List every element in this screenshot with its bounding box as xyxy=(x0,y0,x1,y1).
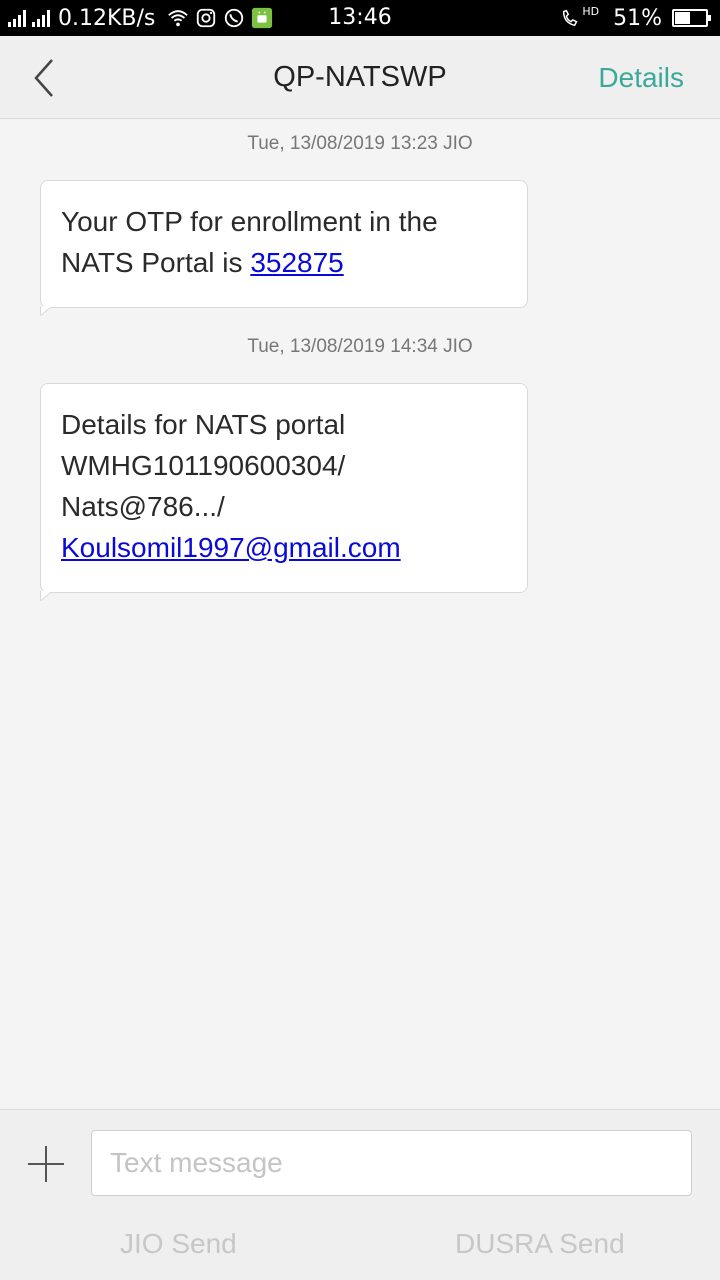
text-message-input[interactable] xyxy=(91,1130,692,1196)
status-bar: 0.12KB/s 13:46 HD 51% xyxy=(0,0,720,36)
details-button[interactable]: Details xyxy=(598,36,684,119)
bubble-tail xyxy=(40,591,53,601)
message-bubble: Details for NATS portal WMHG101190600304… xyxy=(40,383,528,601)
conversation-header: QP-NATSWP Details xyxy=(0,36,720,119)
hd-label: HD xyxy=(582,4,600,18)
add-attachment-icon[interactable] xyxy=(26,1144,66,1184)
battery-percent: 51% xyxy=(613,5,662,31)
battery-icon xyxy=(672,9,711,27)
message-composer: JIO Send DUSRA Send xyxy=(0,1109,720,1280)
bubble-tail xyxy=(40,306,53,316)
hd-call-icon xyxy=(563,9,578,27)
email-link[interactable]: Koulsomil1997@gmail.com xyxy=(61,532,401,563)
dusra-send-button[interactable]: DUSRA Send xyxy=(455,1224,625,1264)
message-line: WMHG101190600304/ xyxy=(61,450,346,481)
message-line: Details for NATS portal xyxy=(61,409,346,440)
message-timestamp: Tue, 13/08/2019 14:34 JIO xyxy=(247,336,473,357)
message-timestamp: Tue, 13/08/2019 13:23 JIO xyxy=(247,133,473,154)
otp-link[interactable]: 352875 xyxy=(250,247,343,278)
status-right: HD 51% xyxy=(554,4,711,31)
message-line: Nats@786.../ xyxy=(61,491,225,522)
jio-send-button[interactable]: JIO Send xyxy=(120,1224,237,1264)
message-bubble: Your OTP for enrollment in the NATS Port… xyxy=(40,180,528,316)
